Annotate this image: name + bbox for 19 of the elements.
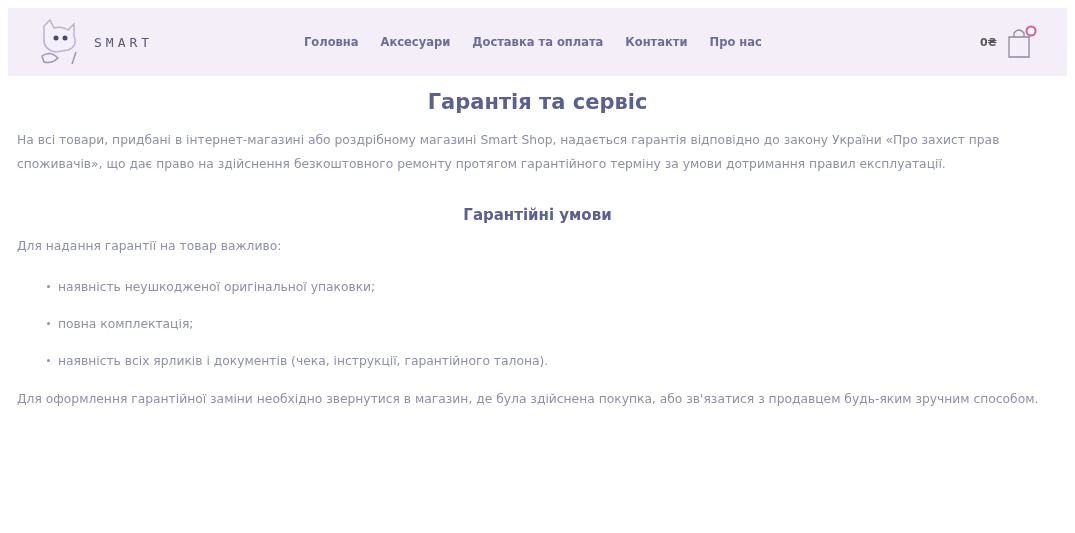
list-item-text: повна комплектація; xyxy=(58,315,194,333)
nav-link[interactable]: Аксесуари xyxy=(380,35,451,49)
cart-total: 0₴ xyxy=(979,35,997,49)
shopping-bag-icon[interactable] xyxy=(1007,25,1037,59)
bullet-icon xyxy=(47,359,50,362)
page-title: Гарантія та сервіс xyxy=(426,90,649,114)
intro-paragraph: На всі товари, придбані в інтернет-магазині або роздрібному магазині Smart Shop, надається гарантія відповідно до закону України «Про захист прав споживачів», що дає право на здійснення безкоштовного ремонту протягом гарантійного терміну за умови дотримання правил експлуатації. xyxy=(17,132,1001,173)
bullet-icon xyxy=(47,285,50,288)
logo-text[interactable]: SMART xyxy=(94,34,154,50)
list-item-text: наявність неушкодженої оригінальної упаковки; xyxy=(58,278,376,296)
nav-link[interactable]: Про нас xyxy=(709,35,762,49)
nav-link[interactable]: Контакти xyxy=(625,35,688,49)
outro-paragraph: Для оформлення гарантійної заміни необхідно звернутися в магазин, де була здійснена покупка, або зв'язатися з продавцем будь-яким зручним способом. xyxy=(17,391,1040,408)
list-item-text: наявність всіх ярликів і документів (чека, інструкції, гарантійного талона). xyxy=(58,352,549,370)
nav-link[interactable]: Доставка та оплата xyxy=(472,35,604,49)
bullet-icon xyxy=(47,322,50,325)
lead-text: Для надання гарантії на товар важливо: xyxy=(17,238,283,255)
nav-link[interactable]: Головна xyxy=(304,35,359,49)
section-heading: Гарантійні умови xyxy=(462,206,613,224)
